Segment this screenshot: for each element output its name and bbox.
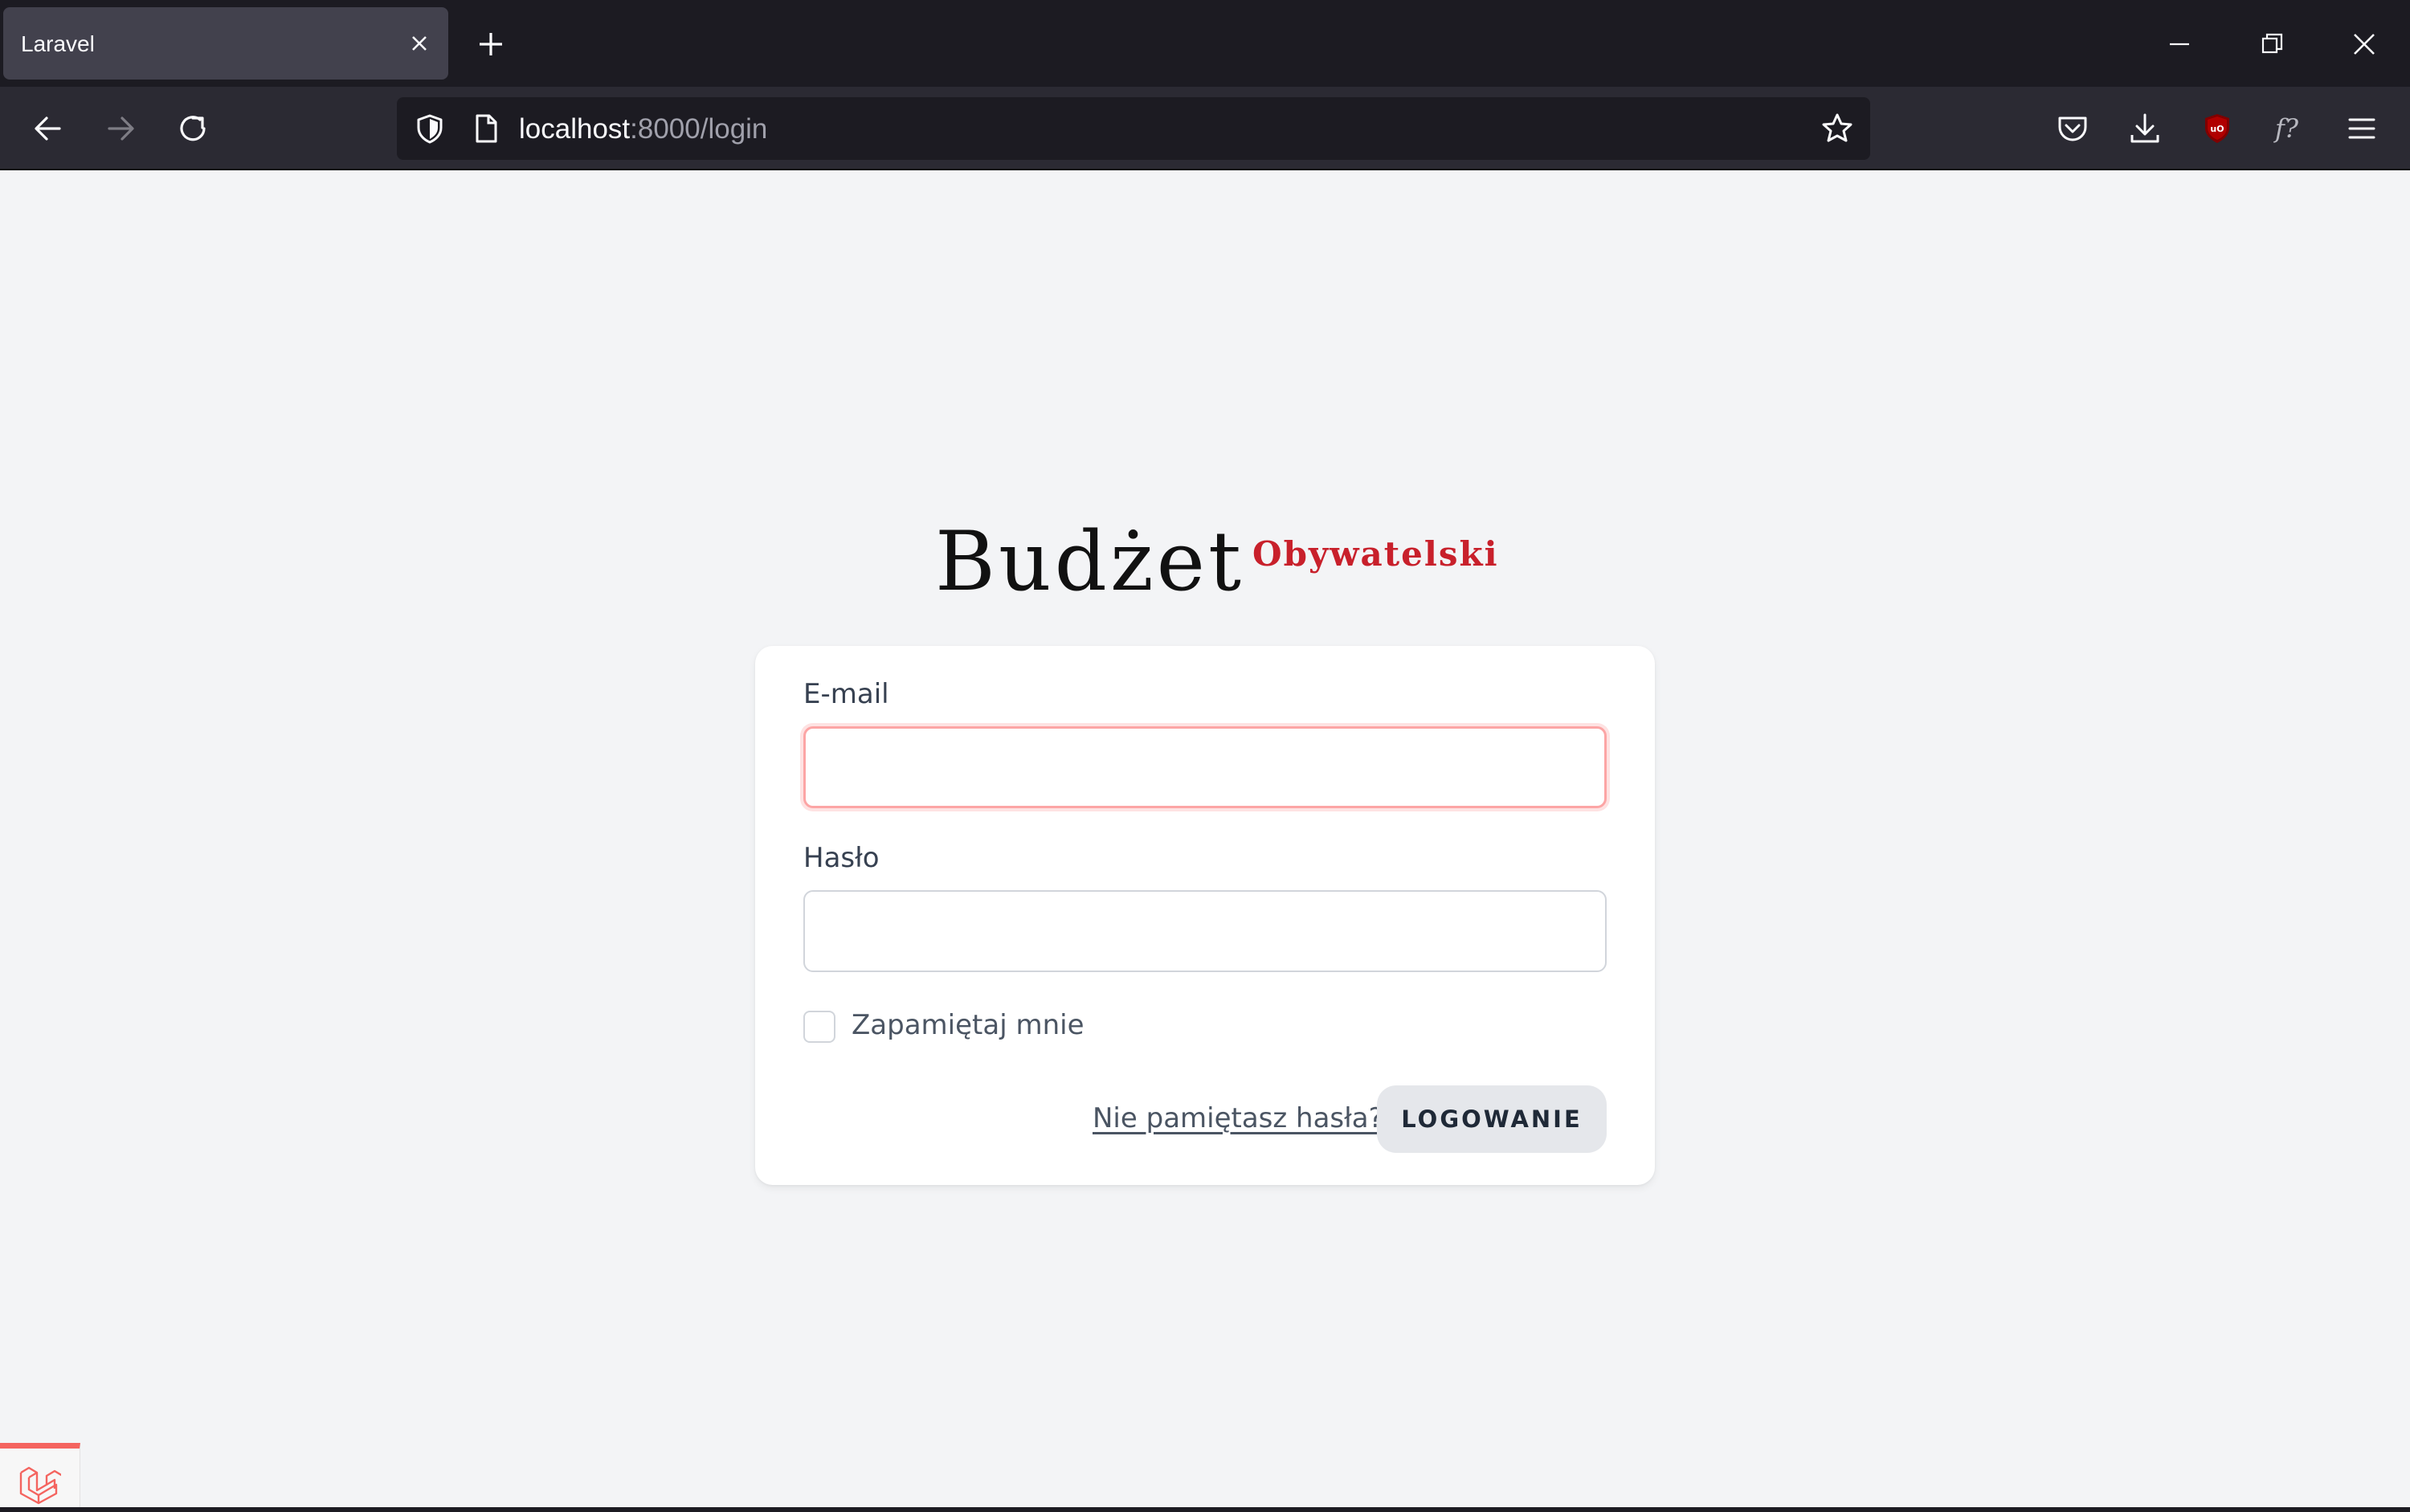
browser-tab[interactable]: Laravel bbox=[3, 7, 448, 80]
browser-nav-bar: localhost:8000/login uO f? bbox=[0, 87, 2410, 170]
plus-icon[interactable] bbox=[472, 26, 509, 63]
forgot-password-link[interactable]: Nie pamiętasz hasła? bbox=[1093, 1102, 1383, 1134]
forward-arrow-icon[interactable] bbox=[101, 109, 140, 148]
svg-text:f?: f? bbox=[2273, 113, 2299, 144]
tab-title: Laravel bbox=[21, 31, 95, 56]
laravel-logo-icon bbox=[19, 1466, 61, 1505]
ublock-icon[interactable]: uO bbox=[2198, 109, 2236, 148]
restore-icon[interactable] bbox=[2252, 24, 2292, 64]
url-text[interactable]: localhost:8000/login bbox=[519, 97, 767, 161]
star-icon[interactable] bbox=[1820, 112, 1854, 145]
reload-icon[interactable] bbox=[174, 109, 212, 148]
back-arrow-icon[interactable] bbox=[29, 109, 67, 148]
url-path: :8000/login bbox=[630, 113, 768, 145]
minimize-icon[interactable] bbox=[2159, 24, 2200, 64]
bottom-border bbox=[0, 1507, 2410, 1512]
site-logo[interactable]: Budżet Obywatelski bbox=[935, 514, 1499, 610]
page-icon[interactable] bbox=[469, 112, 503, 145]
debugbar-toggle[interactable] bbox=[0, 1443, 80, 1512]
url-host: localhost bbox=[519, 113, 631, 145]
email-field[interactable] bbox=[803, 726, 1607, 808]
close-window-icon[interactable] bbox=[2344, 24, 2384, 64]
download-icon[interactable] bbox=[2126, 109, 2164, 148]
login-card: E-mail Hasło Zapamiętaj mnie Nie pamięta… bbox=[755, 646, 1655, 1185]
hamburger-menu-icon[interactable] bbox=[2343, 109, 2381, 148]
browser-tab-bar: Laravel bbox=[0, 0, 2410, 87]
remember-me-label[interactable]: Zapamiętaj mnie bbox=[852, 1009, 1084, 1041]
logo-title: Budżet bbox=[935, 514, 1245, 610]
email-label: E-mail bbox=[803, 678, 889, 710]
close-icon[interactable] bbox=[405, 29, 434, 58]
login-button[interactable]: LOGOWANIE bbox=[1377, 1085, 1607, 1153]
shield-icon[interactable] bbox=[413, 112, 447, 145]
svg-text:uO: uO bbox=[2210, 124, 2224, 134]
remember-me-checkbox[interactable] bbox=[803, 1011, 835, 1043]
password-label: Hasło bbox=[803, 842, 880, 874]
logo-subtitle: Obywatelski bbox=[1252, 534, 1499, 574]
pocket-icon[interactable] bbox=[2053, 109, 2092, 148]
password-field[interactable] bbox=[803, 890, 1607, 972]
url-bar[interactable]: localhost:8000/login bbox=[397, 97, 1870, 160]
font-finder-icon[interactable]: f? bbox=[2270, 109, 2309, 148]
